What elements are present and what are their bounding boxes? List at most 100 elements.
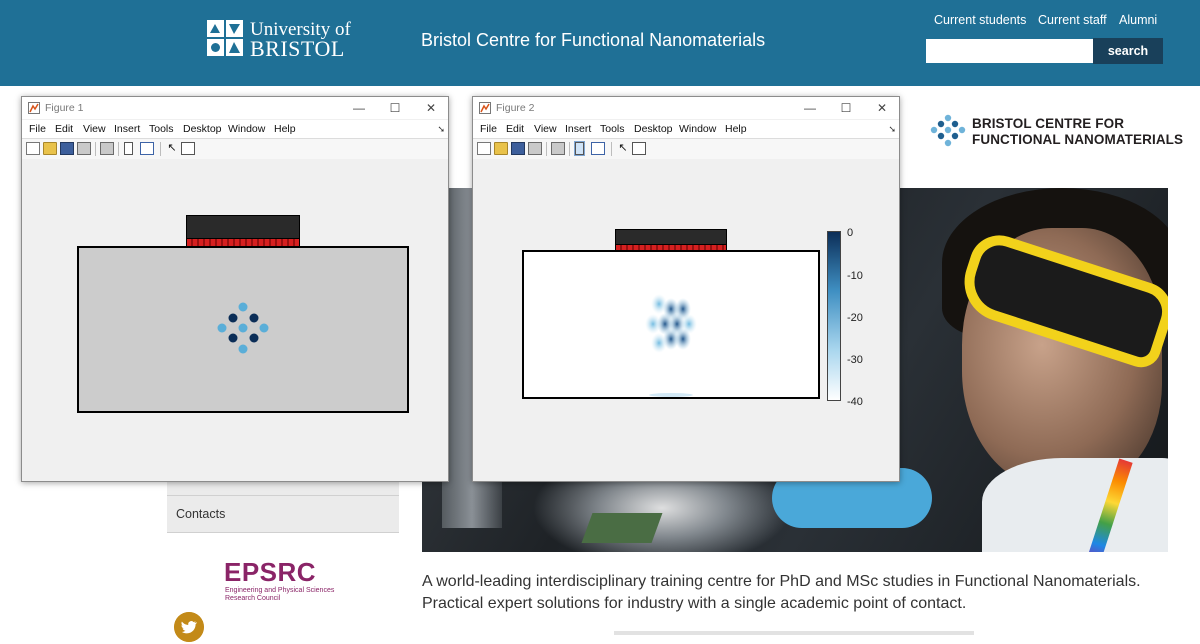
maximize-icon[interactable]: ☐ — [831, 99, 861, 117]
figure-1-menubar: File Edit View Insert Tools Desktop Wind… — [22, 120, 448, 138]
toolbar-separator — [95, 142, 96, 156]
property-editor-icon[interactable] — [591, 142, 605, 155]
menu-help[interactable]: Help — [274, 123, 296, 135]
close-icon[interactable]: ✕ — [416, 99, 446, 117]
menu-overflow-icon[interactable]: ➘ — [888, 124, 896, 135]
figure-2-plot: 0 -10 -20 -30 -40 — [522, 227, 863, 408]
transducer-body — [186, 215, 300, 239]
epsrc-logo[interactable]: EPSRC Engineering and Physical Sciences … — [224, 557, 354, 605]
menu-file[interactable]: File — [480, 123, 497, 135]
menu-edit[interactable]: Edit — [506, 123, 524, 135]
search-button[interactable]: search — [1093, 38, 1163, 64]
menu-overflow-icon[interactable]: ➘ — [437, 124, 445, 135]
insert-legend-icon[interactable] — [632, 142, 646, 155]
bcfn-logo-line1: BRISTOL CENTRE FOR — [972, 116, 1125, 131]
minimize-icon[interactable]: — — [344, 99, 374, 117]
new-figure-icon[interactable] — [477, 142, 491, 155]
menu-view[interactable]: View — [83, 123, 106, 135]
toolbar-separator — [118, 142, 119, 156]
maximize-icon[interactable]: ☐ — [380, 99, 410, 117]
dock-figure-icon[interactable] — [574, 141, 585, 156]
colorbar-tick-20: -20 — [847, 312, 863, 324]
hero-circuit-board — [581, 513, 663, 543]
epsrc-logo-name: EPSRC — [224, 557, 317, 587]
menu-window[interactable]: Window — [228, 123, 265, 135]
open-file-icon[interactable] — [43, 142, 57, 155]
select-arrow-icon[interactable]: ↖ — [165, 142, 179, 155]
menu-window[interactable]: Window — [679, 123, 716, 135]
figure-1-title: Figure 1 — [45, 102, 84, 114]
figure-1-window[interactable]: Figure 1 — ☐ ✕ File Edit View Insert Too… — [21, 96, 449, 482]
transducer-body — [615, 229, 727, 245]
colorbar-tick-0: 0 — [847, 227, 853, 239]
current-staff-link[interactable]: Current staff — [1038, 13, 1107, 27]
figure-2-toolbar: ↖ — [473, 138, 899, 160]
print-preview-icon[interactable] — [551, 142, 565, 155]
transducer-array — [615, 244, 727, 251]
current-students-link[interactable]: Current students — [934, 13, 1026, 27]
menu-desktop[interactable]: Desktop — [183, 123, 222, 135]
university-name-line2: BRISTOL — [250, 36, 345, 61]
insert-legend-icon[interactable] — [181, 142, 195, 155]
figure-2-window[interactable]: Figure 2 — ☐ ✕ File Edit View Insert Too… — [472, 96, 900, 482]
menu-view[interactable]: View — [534, 123, 557, 135]
print-icon[interactable] — [528, 142, 542, 155]
print-preview-icon[interactable] — [100, 142, 114, 155]
figure-2-title: Figure 2 — [496, 102, 535, 114]
save-icon[interactable] — [511, 142, 525, 155]
tagline: A world-leading interdisciplinary traini… — [422, 571, 1182, 615]
menu-insert[interactable]: Insert — [565, 123, 591, 135]
colorbar-ticks: 0 -10 -20 -30 -40 — [847, 227, 863, 408]
dock-figure-icon[interactable] — [124, 142, 133, 155]
figure-1-titlebar[interactable]: Figure 1 — ☐ ✕ — [22, 97, 448, 119]
open-file-icon[interactable] — [494, 142, 508, 155]
bcfn-logo-line2: FUNCTIONAL NANOMATERIALS — [972, 132, 1184, 147]
menu-edit[interactable]: Edit — [55, 123, 73, 135]
sidebar-item-contacts[interactable]: Contacts — [167, 496, 399, 533]
alumni-link[interactable]: Alumni — [1119, 13, 1157, 27]
colorbar-tick-10: -10 — [847, 270, 863, 282]
toolbar-separator — [546, 142, 547, 156]
menu-file[interactable]: File — [29, 123, 46, 135]
minimize-icon[interactable]: — — [795, 99, 825, 117]
figure-1-plot-area[interactable] — [22, 159, 448, 481]
figure-2-plot-area[interactable]: 0 -10 -20 -30 -40 — [473, 159, 899, 481]
figure-2-titlebar[interactable]: Figure 2 — ☐ ✕ — [473, 97, 899, 119]
close-icon[interactable]: ✕ — [867, 99, 897, 117]
epsrc-subtitle-line1: Engineering and Physical Sciences — [225, 587, 335, 594]
menu-tools[interactable]: Tools — [149, 123, 174, 135]
menu-tools[interactable]: Tools — [600, 123, 625, 135]
matlab-figure-icon — [28, 102, 40, 114]
matlab-figure-icon — [479, 102, 491, 114]
bottom-divider — [614, 631, 974, 635]
transducer-array — [186, 238, 300, 247]
epsrc-subtitle-line2: Research Council — [225, 595, 281, 602]
site-header: University of BRISTOL Bristol Centre for… — [0, 0, 1200, 86]
print-icon[interactable] — [77, 142, 91, 155]
menu-desktop[interactable]: Desktop — [634, 123, 673, 135]
colorbar — [827, 231, 841, 401]
toolbar-separator — [160, 142, 161, 156]
menu-help[interactable]: Help — [725, 123, 747, 135]
property-editor-icon[interactable] — [140, 142, 154, 155]
toolbar-separator — [569, 142, 570, 156]
site-title[interactable]: Bristol Centre for Functional Nanomateri… — [421, 30, 765, 51]
bcfn-logo[interactable]: BRISTOL CENTRE FOR FUNCTIONAL NANOMATERI… — [928, 112, 1183, 152]
tagline-line1: A world-leading interdisciplinary traini… — [422, 573, 1141, 590]
university-logo[interactable]: University of BRISTOL — [206, 18, 351, 61]
colorbar-tick-30: -30 — [847, 354, 863, 366]
bcfn-logo-icon — [930, 114, 966, 147]
select-arrow-icon[interactable]: ↖ — [616, 142, 630, 155]
tagline-line2: Practical expert solutions for industry … — [422, 595, 967, 612]
save-icon[interactable] — [60, 142, 74, 155]
search-input[interactable] — [926, 39, 1093, 63]
bcfn-logo-text: BRISTOL CENTRE FOR FUNCTIONAL NANOMATERI… — [972, 116, 1183, 148]
toolbar-separator — [611, 142, 612, 156]
new-figure-icon[interactable] — [26, 142, 40, 155]
epsrc-logo-subtitle: Engineering and Physical Sciences Resear… — [225, 587, 334, 603]
menu-insert[interactable]: Insert — [114, 123, 140, 135]
hero-lab-coat — [982, 458, 1168, 552]
figure-1-toolbar: ↖ — [22, 138, 448, 160]
figure-2-menubar: File Edit View Insert Tools Desktop Wind… — [473, 120, 899, 138]
twitter-icon[interactable] — [174, 612, 204, 642]
